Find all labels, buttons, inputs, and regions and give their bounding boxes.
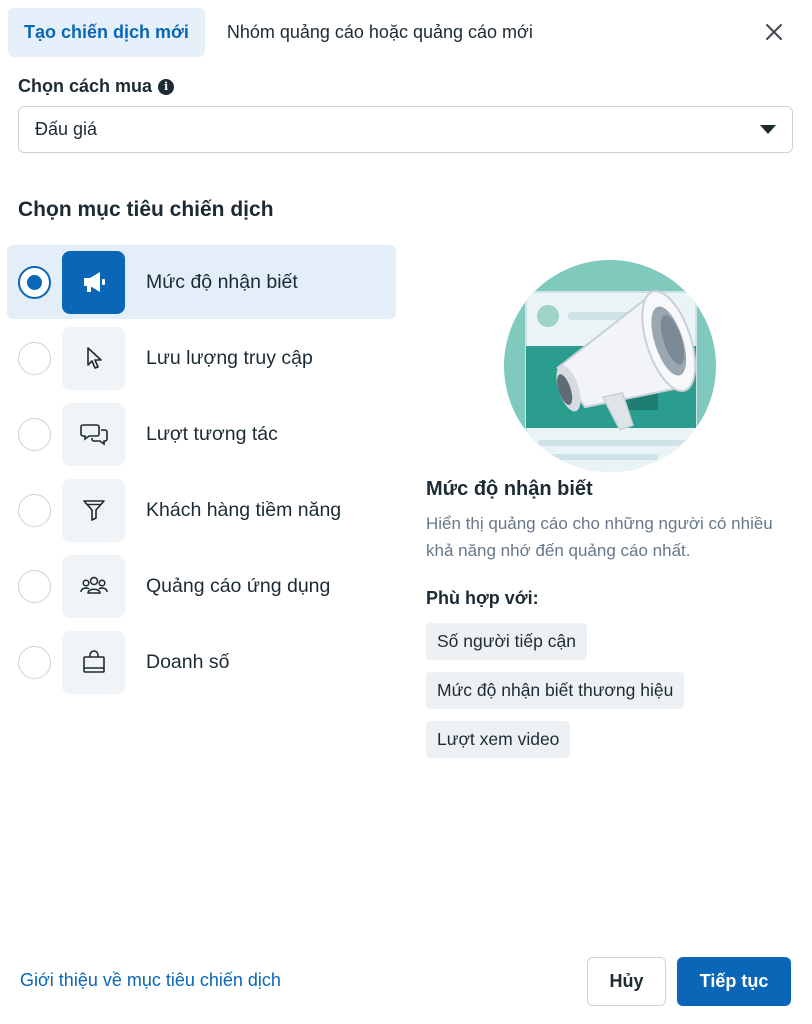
chip-brand-awareness: Mức độ nhận biết thương hiệu	[426, 672, 685, 709]
chevron-down-icon	[760, 125, 776, 134]
objective-label: Mức độ nhận biết	[146, 270, 298, 293]
close-button[interactable]	[760, 18, 788, 46]
buying-type-label-text: Chọn cách mua	[18, 76, 153, 96]
radio-button[interactable]	[18, 417, 51, 451]
buying-type-value: Đấu giá	[35, 119, 98, 139]
buying-type-label: Chọn cách mua i	[18, 76, 175, 97]
objective-item-leads[interactable]: Khách hàng tiềm năng	[7, 473, 396, 547]
objective-label: Khách hàng tiềm năng	[146, 498, 342, 521]
radio-button[interactable]	[18, 341, 51, 375]
people-icon	[79, 576, 108, 594]
objective-label: Doanh số	[146, 650, 230, 673]
tab-new-campaign[interactable]: Tạo chiến dịch mới	[8, 8, 205, 57]
dialog-tabs: Tạo chiến dịch mới Nhóm quảng cáo hoặc q…	[8, 8, 549, 57]
fit-for-chips: Số người tiếp cận Mức độ nhận biết thươn…	[426, 623, 685, 758]
chat-bubbles-icon	[79, 424, 108, 446]
objective-icon-box	[62, 326, 125, 390]
objective-label: Lưu lượng truy cập	[146, 346, 313, 369]
objective-label: Lượt tương tác	[146, 422, 278, 445]
objective-section-title: Chọn mục tiêu chiến dịch	[18, 198, 274, 221]
fit-for-label: Phù hợp với:	[426, 588, 539, 608]
objective-item-awareness[interactable]: Mức độ nhận biết	[7, 245, 396, 319]
detail-title: Mức độ nhận biết	[426, 478, 593, 500]
objective-item-traffic[interactable]: Lưu lượng truy cập	[7, 321, 396, 395]
radio-button[interactable]	[18, 645, 51, 679]
megaphone-icon	[83, 272, 105, 292]
objective-item-engagement[interactable]: Lượt tương tác	[7, 397, 396, 471]
objective-label: Quảng cáo ứng dụng	[146, 574, 331, 597]
cancel-button[interactable]: Hủy	[587, 957, 666, 1006]
radio-button[interactable]	[18, 265, 51, 299]
continue-button[interactable]: Tiếp tục	[677, 957, 791, 1006]
radio-button[interactable]	[18, 493, 51, 527]
tab-new-adset-or-ad[interactable]: Nhóm quảng cáo hoặc quảng cáo mới	[211, 8, 549, 57]
megaphone-illustration	[504, 260, 716, 472]
objective-icon-box	[62, 478, 125, 542]
cursor-icon	[86, 347, 102, 369]
chip-video-views: Lượt xem video	[426, 721, 571, 758]
detail-description: Hiển thị quảng cáo cho những người có nh…	[426, 514, 773, 560]
info-icon[interactable]: i	[158, 78, 175, 95]
objective-list: Mức độ nhận biết Lưu lượng truy cập Lượt…	[7, 245, 396, 701]
objective-item-sales[interactable]: Doanh số	[7, 625, 396, 699]
objective-icon-box	[62, 250, 125, 314]
radio-button[interactable]	[18, 569, 51, 603]
filter-icon	[82, 500, 105, 521]
objective-icon-box	[62, 630, 125, 694]
objective-icon-box	[62, 554, 125, 618]
chip-reach: Số người tiếp cận	[426, 623, 587, 660]
objective-item-app-promotion[interactable]: Quảng cáo ứng dụng	[7, 549, 396, 623]
shopping-bag-icon	[82, 650, 105, 673]
objective-icon-box	[62, 402, 125, 466]
buying-type-select[interactable]: Đấu giá	[18, 106, 793, 153]
about-objectives-link[interactable]: Giới thiệu về mục tiêu chiến dịch	[20, 970, 281, 991]
close-icon	[766, 24, 782, 40]
